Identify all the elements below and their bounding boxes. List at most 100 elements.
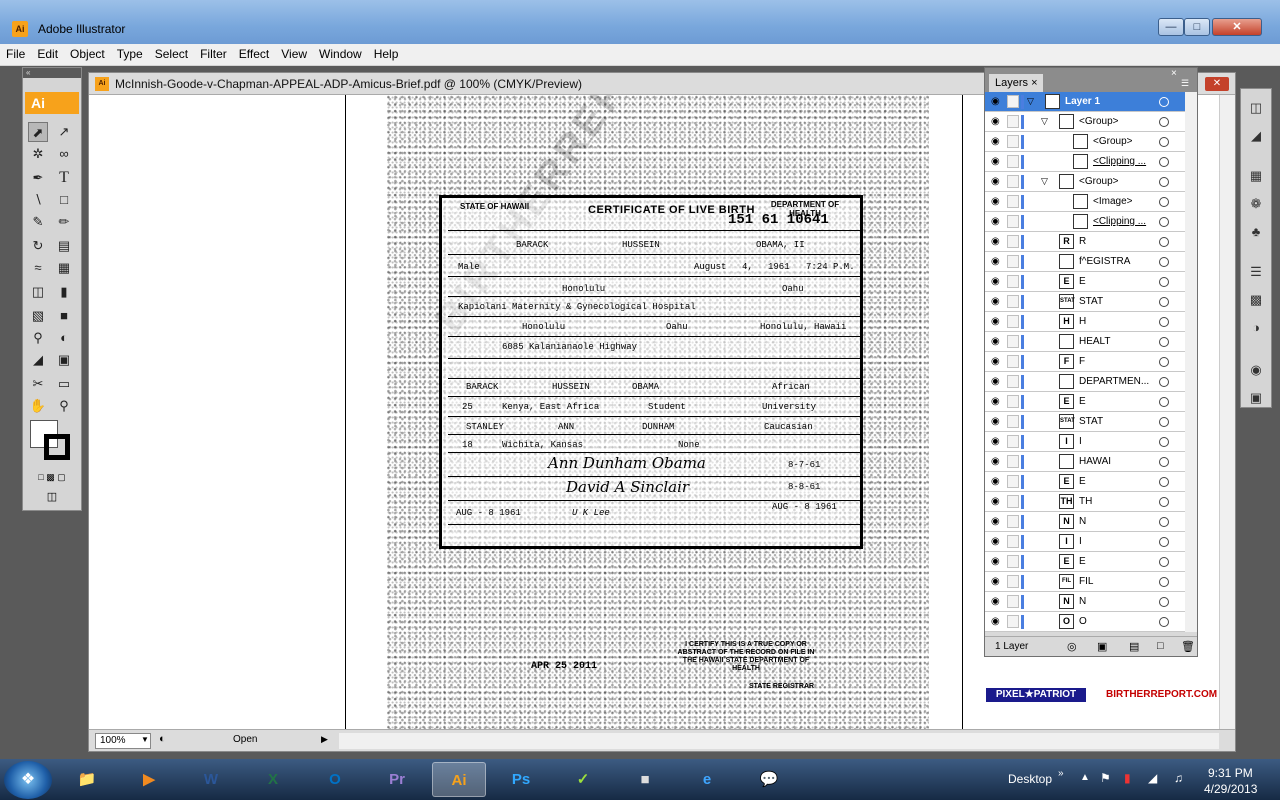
menu-type[interactable]: Type — [111, 44, 149, 64]
visibility-eye-icon[interactable]: ◉ — [991, 156, 1000, 167]
layer-row[interactable]: ◉ E E — [985, 552, 1185, 572]
appearance-panel-icon[interactable]: ◑ — [1245, 317, 1267, 339]
symbol-sprayer-icon[interactable]: ◫ — [28, 282, 48, 302]
minimize-button[interactable]: — — [1158, 18, 1184, 36]
panel-close-icon[interactable]: × — [1171, 68, 1177, 79]
taskbar-photoshop-icon[interactable]: Ps — [494, 762, 548, 797]
pen-tool-icon[interactable]: ✒ — [28, 168, 48, 188]
layer-row[interactable]: ◉ STAT STAT — [985, 412, 1185, 432]
lock-toggle[interactable] — [1007, 455, 1019, 468]
magic-wand-icon[interactable]: ✲ — [28, 144, 48, 164]
lock-toggle[interactable] — [1007, 555, 1019, 568]
lock-toggle[interactable] — [1007, 495, 1019, 508]
graph-tool-icon[interactable]: ▮ — [54, 282, 74, 302]
layers-panel-icon[interactable]: ▣ — [1245, 387, 1267, 409]
menu-window[interactable]: Window — [313, 44, 368, 64]
lock-toggle[interactable] — [1007, 615, 1019, 628]
lock-toggle[interactable] — [1007, 595, 1019, 608]
target-circle-icon[interactable] — [1159, 377, 1169, 387]
layer-row[interactable]: ◉ I I — [985, 532, 1185, 552]
lock-toggle[interactable] — [1007, 475, 1019, 488]
expand-triangle-icon[interactable]: ▽ — [1041, 176, 1048, 187]
power-icon[interactable]: ▮ — [1124, 771, 1131, 785]
lock-toggle[interactable] — [1007, 415, 1019, 428]
lock-toggle[interactable] — [1007, 355, 1019, 368]
swatches-panel-icon[interactable]: ▦ — [1245, 165, 1267, 187]
line-tool-icon[interactable]: ∖ — [28, 190, 48, 210]
direct-selection-tool-icon[interactable]: ↗ — [54, 122, 74, 142]
visibility-eye-icon[interactable]: ◉ — [991, 576, 1000, 587]
horizontal-scrollbar[interactable] — [339, 733, 1219, 749]
delete-layer-icon[interactable]: 🗑 — [1181, 640, 1195, 653]
layer-row[interactable]: ◉ <Clipping ... — [985, 212, 1185, 232]
expand-triangle-icon[interactable]: ▽ — [1041, 116, 1048, 127]
lock-toggle[interactable] — [1007, 155, 1019, 168]
gradient-tool-icon[interactable]: ■ — [54, 306, 74, 326]
layer-row[interactable]: ◉ N N — [985, 512, 1185, 532]
taskbar-illustrator-icon[interactable]: Ai — [432, 762, 486, 797]
target-circle-icon[interactable] — [1159, 537, 1169, 547]
lock-toggle[interactable] — [1007, 235, 1019, 248]
taskbar-media-player-icon[interactable]: ▶ — [122, 762, 176, 797]
mesh-tool-icon[interactable]: ▧ — [28, 306, 48, 326]
paintbrush-icon[interactable]: ✎ — [28, 212, 48, 232]
target-circle-icon[interactable] — [1159, 157, 1169, 167]
lock-toggle[interactable] — [1007, 135, 1019, 148]
lock-toggle[interactable] — [1007, 255, 1019, 268]
layer-row[interactable]: ◉ O O — [985, 612, 1185, 632]
target-circle-icon[interactable] — [1159, 357, 1169, 367]
lock-toggle[interactable] — [1007, 275, 1019, 288]
screen-mode-icon[interactable]: ◫ — [37, 490, 67, 504]
target-circle-icon[interactable] — [1159, 337, 1169, 347]
lock-toggle[interactable] — [1007, 95, 1019, 108]
scale-tool-icon[interactable]: ▤ — [54, 236, 74, 256]
target-circle-icon[interactable] — [1159, 417, 1169, 427]
target-circle-icon[interactable] — [1159, 557, 1169, 567]
clock-date[interactable]: 4/29/2013 — [1204, 782, 1257, 796]
transparency-panel-icon[interactable]: ▩ — [1245, 289, 1267, 311]
visibility-eye-icon[interactable]: ◉ — [991, 596, 1000, 607]
maximize-button[interactable]: □ — [1184, 18, 1210, 36]
network-icon[interactable]: ◢ — [1148, 771, 1157, 785]
zoom-dropdown-icon[interactable]: ▼ — [141, 735, 149, 744]
layer-row[interactable]: ◉ R R — [985, 232, 1185, 252]
visibility-eye-icon[interactable]: ◉ — [991, 136, 1000, 147]
start-button[interactable]: ❖ — [4, 761, 52, 799]
status-menu-arrow-icon[interactable]: ▶ — [321, 734, 328, 745]
layer-row[interactable]: ◉ H H — [985, 312, 1185, 332]
visibility-eye-icon[interactable]: ◉ — [991, 556, 1000, 567]
lock-toggle[interactable] — [1007, 195, 1019, 208]
visibility-eye-icon[interactable]: ◉ — [991, 236, 1000, 247]
rotate-tool-icon[interactable]: ↻ — [28, 236, 48, 256]
hand-tool-icon[interactable]: ✋ — [28, 396, 48, 416]
menu-help[interactable]: Help — [368, 44, 405, 64]
locate-object-icon[interactable]: ◎ — [1067, 640, 1077, 653]
layers-scrollbar[interactable] — [1185, 92, 1197, 632]
layer-row[interactable]: ◉ N N — [985, 592, 1185, 612]
menu-file[interactable]: File — [0, 44, 31, 64]
clock-time[interactable]: 9:31 PM — [1208, 766, 1253, 780]
visibility-eye-icon[interactable]: ◉ — [991, 196, 1000, 207]
layer-row[interactable]: ◉ E E — [985, 472, 1185, 492]
taskbar-internet-explorer-icon[interactable]: e — [680, 762, 734, 797]
lock-toggle[interactable] — [1007, 175, 1019, 188]
free-transform-icon[interactable]: ▦ — [54, 258, 74, 278]
visibility-eye-icon[interactable]: ◉ — [991, 396, 1000, 407]
visibility-eye-icon[interactable]: ◉ — [991, 356, 1000, 367]
tray-expand-icon[interactable]: ▲ — [1080, 772, 1090, 783]
visibility-eye-icon[interactable]: ◉ — [991, 116, 1000, 127]
target-circle-icon[interactable] — [1159, 137, 1169, 147]
layer-row[interactable]: ◉ HAWAI — [985, 452, 1185, 472]
layer-row[interactable]: ◉ ▽ <Group> — [985, 172, 1185, 192]
visibility-eye-icon[interactable]: ◉ — [991, 336, 1000, 347]
layer-row[interactable]: ◉ ▽ Layer 1 — [985, 92, 1185, 112]
visibility-eye-icon[interactable]: ◉ — [991, 276, 1000, 287]
target-circle-icon[interactable] — [1159, 437, 1169, 447]
slice-tool-icon[interactable]: ✂ — [28, 374, 48, 394]
layer-row[interactable]: ◉ DEPARTMEN... — [985, 372, 1185, 392]
visibility-eye-icon[interactable]: ◉ — [991, 216, 1000, 227]
panel-menu-icon[interactable]: ☰ — [1181, 78, 1189, 89]
layers-tab[interactable]: Layers × — [989, 74, 1043, 92]
new-layer-icon[interactable]: □ — [1157, 640, 1164, 652]
lock-toggle[interactable] — [1007, 435, 1019, 448]
